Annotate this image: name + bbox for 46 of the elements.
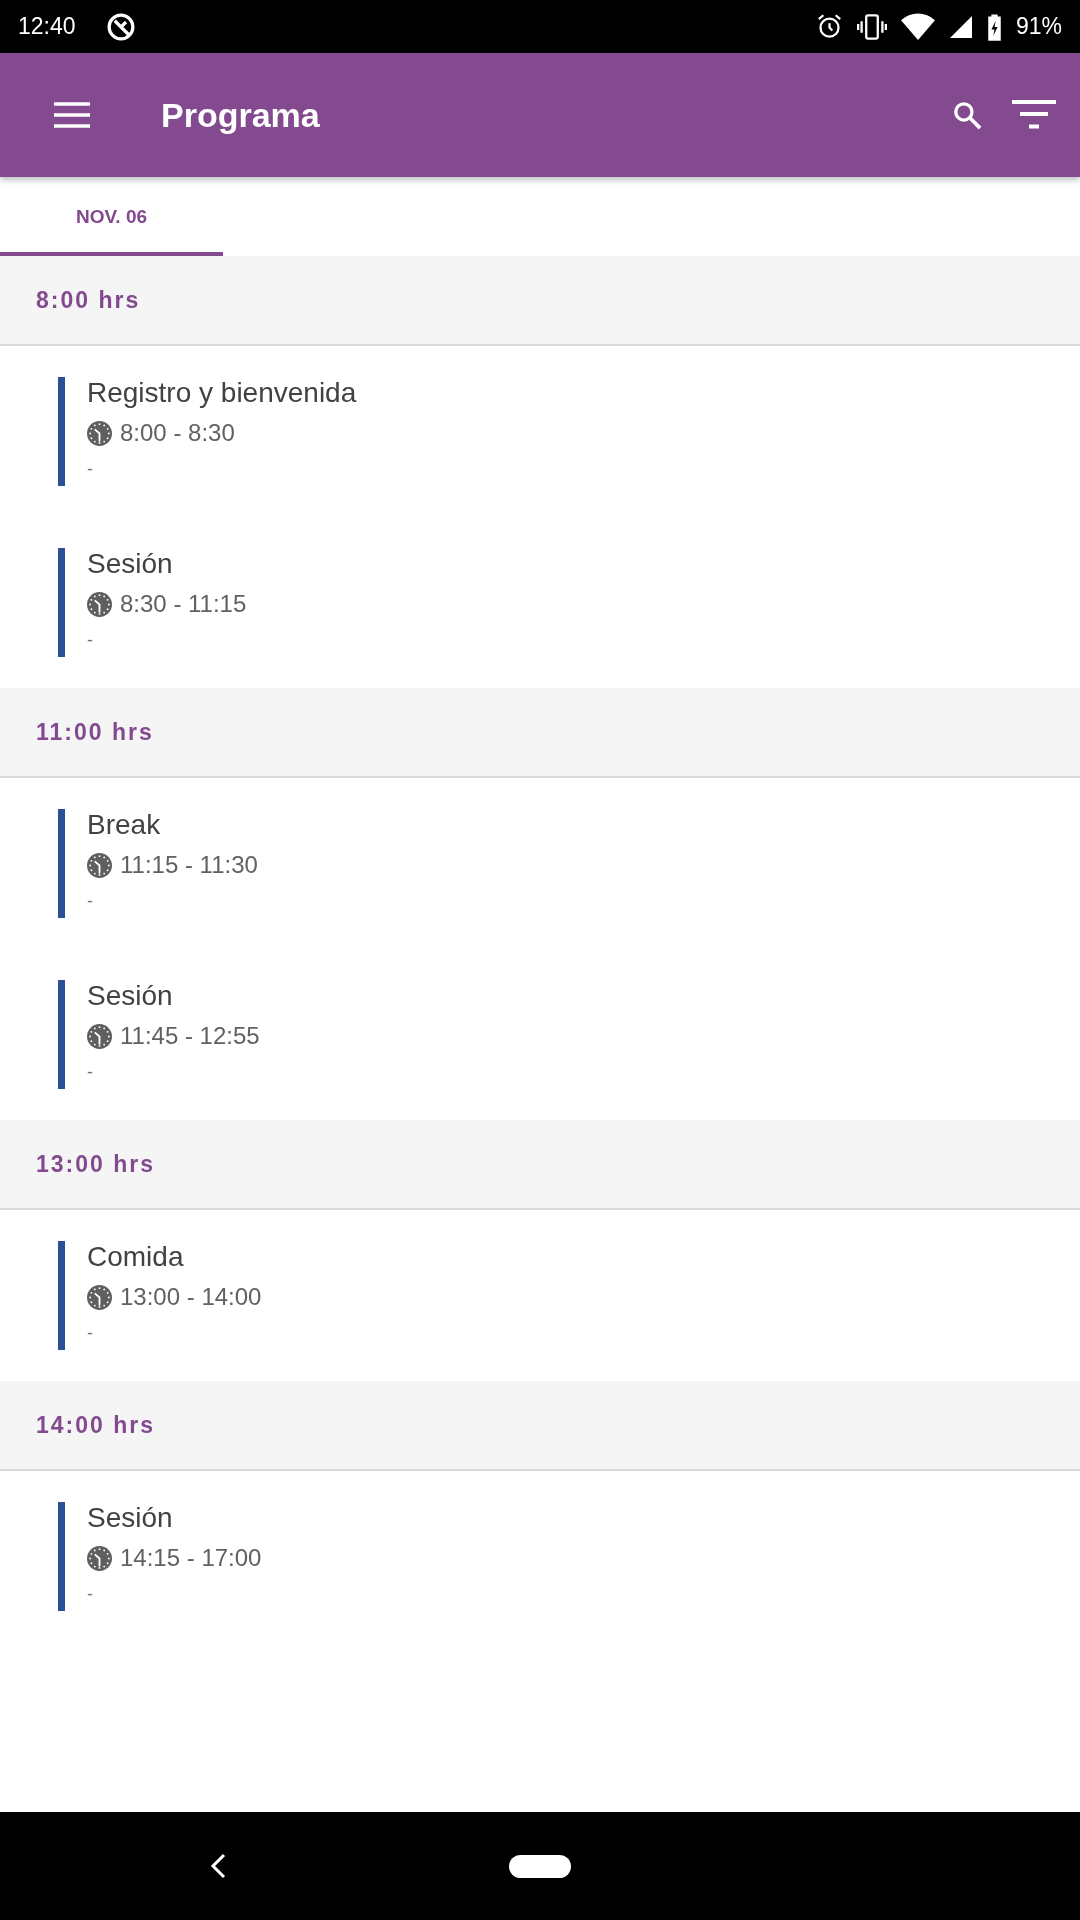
event-time: 13:00 - 14:00: [120, 1283, 262, 1311]
search-button[interactable]: [952, 100, 982, 130]
event-note: -: [87, 1583, 94, 1606]
battery-percent: 91%: [1015, 13, 1062, 40]
menu-icon: [54, 102, 90, 128]
signal-icon: [948, 14, 973, 39]
event-note: -: [87, 1322, 94, 1345]
event-note: -: [87, 1061, 94, 1084]
section-time-heading: 14:00 hrs: [36, 1411, 155, 1439]
alarm-clock-icon: [815, 13, 843, 40]
back-icon: [210, 1853, 226, 1879]
battery-icon: [986, 12, 1002, 41]
section-time-heading: 13:00 hrs: [36, 1150, 155, 1178]
back-button[interactable]: [210, 1853, 226, 1879]
event-title: Registro y bienvenida: [87, 377, 357, 409]
clock-icon: [87, 852, 112, 878]
circled-slash-icon: [105, 11, 136, 42]
event-time: 11:45 - 12:55: [120, 1022, 260, 1050]
filter-button[interactable]: [1012, 100, 1056, 130]
clock-icon: [87, 1023, 112, 1049]
section-time-heading: 8:00 hrs: [36, 286, 141, 314]
event-title: Sesión: [87, 548, 174, 580]
section-time-heading: 11:00 hrs: [36, 718, 154, 746]
event-time: 8:00 - 8:30: [120, 419, 235, 447]
clock-icon: [87, 1545, 112, 1571]
app-title: Programa: [161, 95, 320, 135]
search-icon: [952, 100, 982, 130]
event-title: Comida: [87, 1241, 185, 1273]
event-note: -: [87, 629, 94, 652]
clock-icon: [87, 1284, 112, 1310]
event-time: 11:15 - 11:30: [120, 851, 258, 879]
event-title: Sesión: [87, 1502, 174, 1534]
event-note: -: [87, 890, 94, 913]
event-note: -: [87, 458, 94, 481]
event-title: Sesión: [87, 980, 174, 1012]
vibrate-icon: [856, 13, 887, 40]
clock-icon: [87, 591, 112, 617]
wifi-icon: [900, 13, 935, 40]
event-time: 8:30 - 11:15: [120, 590, 247, 618]
event-title: Break: [87, 809, 162, 841]
home-button[interactable]: [509, 1854, 571, 1878]
menu-button[interactable]: [54, 102, 90, 128]
event-time: 14:15 - 17:00: [120, 1544, 262, 1572]
status-time: 12:40: [18, 13, 76, 40]
clock-icon: [87, 420, 112, 446]
filter-icon: [1012, 100, 1056, 130]
